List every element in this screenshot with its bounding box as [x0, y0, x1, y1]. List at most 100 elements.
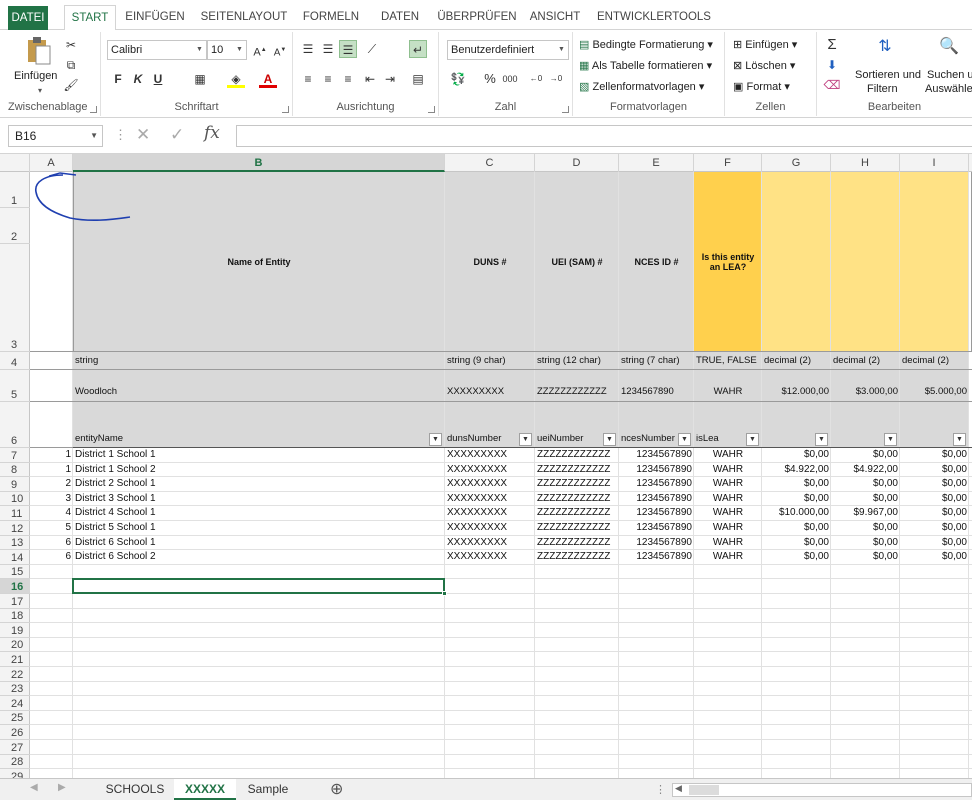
insert-cells-button[interactable]: ⊞ Einfügen ▾	[733, 38, 797, 51]
decrease-indent-icon[interactable]: ⇤	[361, 70, 379, 88]
table-cell-e[interactable]: 1234567890	[619, 521, 694, 536]
format-as-table-button[interactable]: ▦ Als Tabelle formatieren ▾	[579, 59, 712, 72]
table-cell-c[interactable]: XXXXXXXXX	[445, 536, 535, 551]
sort-filter-label[interactable]: Sortieren und	[855, 69, 921, 81]
table-cell-d[interactable]: ZZZZZZZZZZZZ	[535, 448, 619, 463]
font-name-combo[interactable]: Calibri ▼	[107, 40, 207, 60]
insert-function-button[interactable]: fx	[204, 123, 220, 143]
filter-dropdown-g[interactable]: ▼	[815, 433, 828, 446]
row-header-28[interactable]: 28	[0, 755, 30, 770]
add-sheet-icon[interactable]: ⊕	[330, 779, 343, 799]
table-cell-f[interactable]: WAHR	[694, 448, 762, 463]
row-header-22[interactable]: 22	[0, 667, 30, 682]
example-cell-c[interactable]: XXXXXXXXX	[445, 370, 535, 402]
clear-icon[interactable]: ⌫	[823, 76, 841, 94]
table-cell-e[interactable]: 1234567890	[619, 536, 694, 551]
table-cell-e[interactable]: 1234567890	[619, 463, 694, 478]
table-cell-f[interactable]: WAHR	[694, 550, 762, 565]
table-cell-i[interactable]: $0,00	[900, 477, 969, 492]
table-cell-a[interactable]: 5	[30, 521, 73, 536]
percent-button[interactable]: %	[481, 70, 499, 88]
table-cell-i[interactable]: $0,00	[900, 521, 969, 536]
example-cell-h[interactable]: $3.000,00	[831, 370, 900, 402]
filter-dropdown-h[interactable]: ▼	[884, 433, 897, 446]
example-cell-i[interactable]: $5.000,00	[900, 370, 969, 402]
table-cell-a[interactable]: 1	[30, 448, 73, 463]
column-header-f[interactable]: F	[694, 154, 762, 172]
row-header-20[interactable]: 20	[0, 638, 30, 653]
table-cell-g[interactable]: $0,00	[762, 550, 831, 565]
table-cell-a[interactable]: 1	[30, 463, 73, 478]
example-cell-e[interactable]: 1234567890	[619, 370, 694, 402]
table-cell-c[interactable]: XXXXXXXXX	[445, 463, 535, 478]
table-cell-e[interactable]: 1234567890	[619, 448, 694, 463]
table-cell-i[interactable]: $0,00	[900, 492, 969, 507]
row-header-23[interactable]: 23	[0, 682, 30, 697]
table-cell-g[interactable]: $0,00	[762, 521, 831, 536]
table-cell-d[interactable]: ZZZZZZZZZZZZ	[535, 536, 619, 551]
paste-icon[interactable]	[24, 36, 52, 66]
table-cell-d[interactable]: ZZZZZZZZZZZZ	[535, 550, 619, 565]
find-select-label[interactable]: Suchen u	[927, 69, 972, 81]
row-header-6[interactable]: 6	[0, 402, 30, 448]
table-cell-c[interactable]: XXXXXXXXX	[445, 521, 535, 536]
table-cell-i[interactable]: $0,00	[900, 448, 969, 463]
row-header-7[interactable]: 7	[0, 448, 30, 463]
filter-dropdown-c[interactable]: ▼	[519, 433, 532, 446]
row-header-10[interactable]: 10	[0, 492, 30, 507]
scroll-left-icon[interactable]: ◀	[675, 783, 682, 794]
row-header-1[interactable]: 1	[0, 172, 30, 208]
bold-button[interactable]: F	[109, 70, 127, 88]
sort-filter-icon[interactable]: ⇅	[873, 38, 897, 62]
tab-entwicklertools[interactable]: ENTWICKLERTOOLS	[596, 7, 712, 30]
wrap-text-icon[interactable]: ↵	[409, 40, 427, 58]
row-header-8[interactable]: 8	[0, 463, 30, 478]
header-uei[interactable]: UEI (SAM) #	[535, 172, 619, 352]
copy-icon[interactable]: ⧉	[62, 56, 80, 74]
row-header-19[interactable]: 19	[0, 623, 30, 638]
example-cell-g[interactable]: $12.000,00	[762, 370, 831, 402]
row-header-5[interactable]: 5	[0, 370, 30, 402]
header-nces[interactable]: NCES ID #	[619, 172, 694, 352]
table-cell-h[interactable]: $0,00	[831, 492, 900, 507]
table-cell-e[interactable]: 1234567890	[619, 477, 694, 492]
table-cell-b[interactable]: District 4 School 1	[73, 506, 445, 521]
tab-seitenlayout[interactable]: SEITENLAYOUT	[198, 7, 290, 30]
sheet-tab-xxxxx[interactable]: XXXXX	[174, 779, 236, 800]
table-cell-c[interactable]: XXXXXXXXX	[445, 550, 535, 565]
cut-icon[interactable]: ✂	[62, 36, 80, 54]
alignment-launcher-icon[interactable]	[428, 106, 435, 113]
table-cell-g[interactable]: $0,00	[762, 448, 831, 463]
type-cell-g[interactable]: decimal (2)	[762, 352, 831, 370]
table-cell-b[interactable]: District 2 School 1	[73, 477, 445, 492]
cell-styles-button[interactable]: ▧ Zellenformatvorlagen ▾	[579, 80, 704, 93]
header-is-lea[interactable]: Is this entity an LEA?	[694, 172, 762, 352]
row-header-24[interactable]: 24	[0, 696, 30, 711]
underline-button[interactable]: U	[149, 70, 167, 88]
font-size-combo[interactable]: 10 ▼	[207, 40, 247, 60]
type-cell-f[interactable]: TRUE, FALSE	[694, 352, 762, 370]
filter-dropdown-d[interactable]: ▼	[603, 433, 616, 446]
table-cell-c[interactable]: XXXXXXXXX	[445, 492, 535, 507]
increase-indent-icon[interactable]: ⇥	[381, 70, 399, 88]
table-cell-c[interactable]: XXXXXXXXX	[445, 477, 535, 492]
column-header-d[interactable]: D	[535, 154, 619, 172]
find-select-icon[interactable]: 🔍	[937, 38, 961, 62]
example-cell-d[interactable]: ZZZZZZZZZZZZ	[535, 370, 619, 402]
table-cell-c[interactable]: XXXXXXXXX	[445, 506, 535, 521]
table-cell-a[interactable]: 2	[30, 477, 73, 492]
table-cell-b[interactable]: District 1 School 1	[73, 448, 445, 463]
currency-format-icon[interactable]: 💱	[449, 70, 467, 88]
fill-handle[interactable]	[442, 590, 447, 596]
sheet-tab-sample[interactable]: Sample	[236, 779, 300, 800]
table-cell-d[interactable]: ZZZZZZZZZZZZ	[535, 463, 619, 478]
italic-button[interactable]: K	[129, 70, 147, 88]
table-cell-b[interactable]: District 6 School 2	[73, 550, 445, 565]
table-cell-h[interactable]: $0,00	[831, 477, 900, 492]
align-right-icon[interactable]: ≡	[339, 70, 357, 88]
table-cell-h[interactable]: $0,00	[831, 550, 900, 565]
row-header-29[interactable]: 29	[0, 769, 30, 778]
tab-formeln[interactable]: FORMELN	[298, 7, 364, 30]
decrease-decimal-icon[interactable]: →0	[547, 70, 565, 88]
table-cell-f[interactable]: WAHR	[694, 521, 762, 536]
